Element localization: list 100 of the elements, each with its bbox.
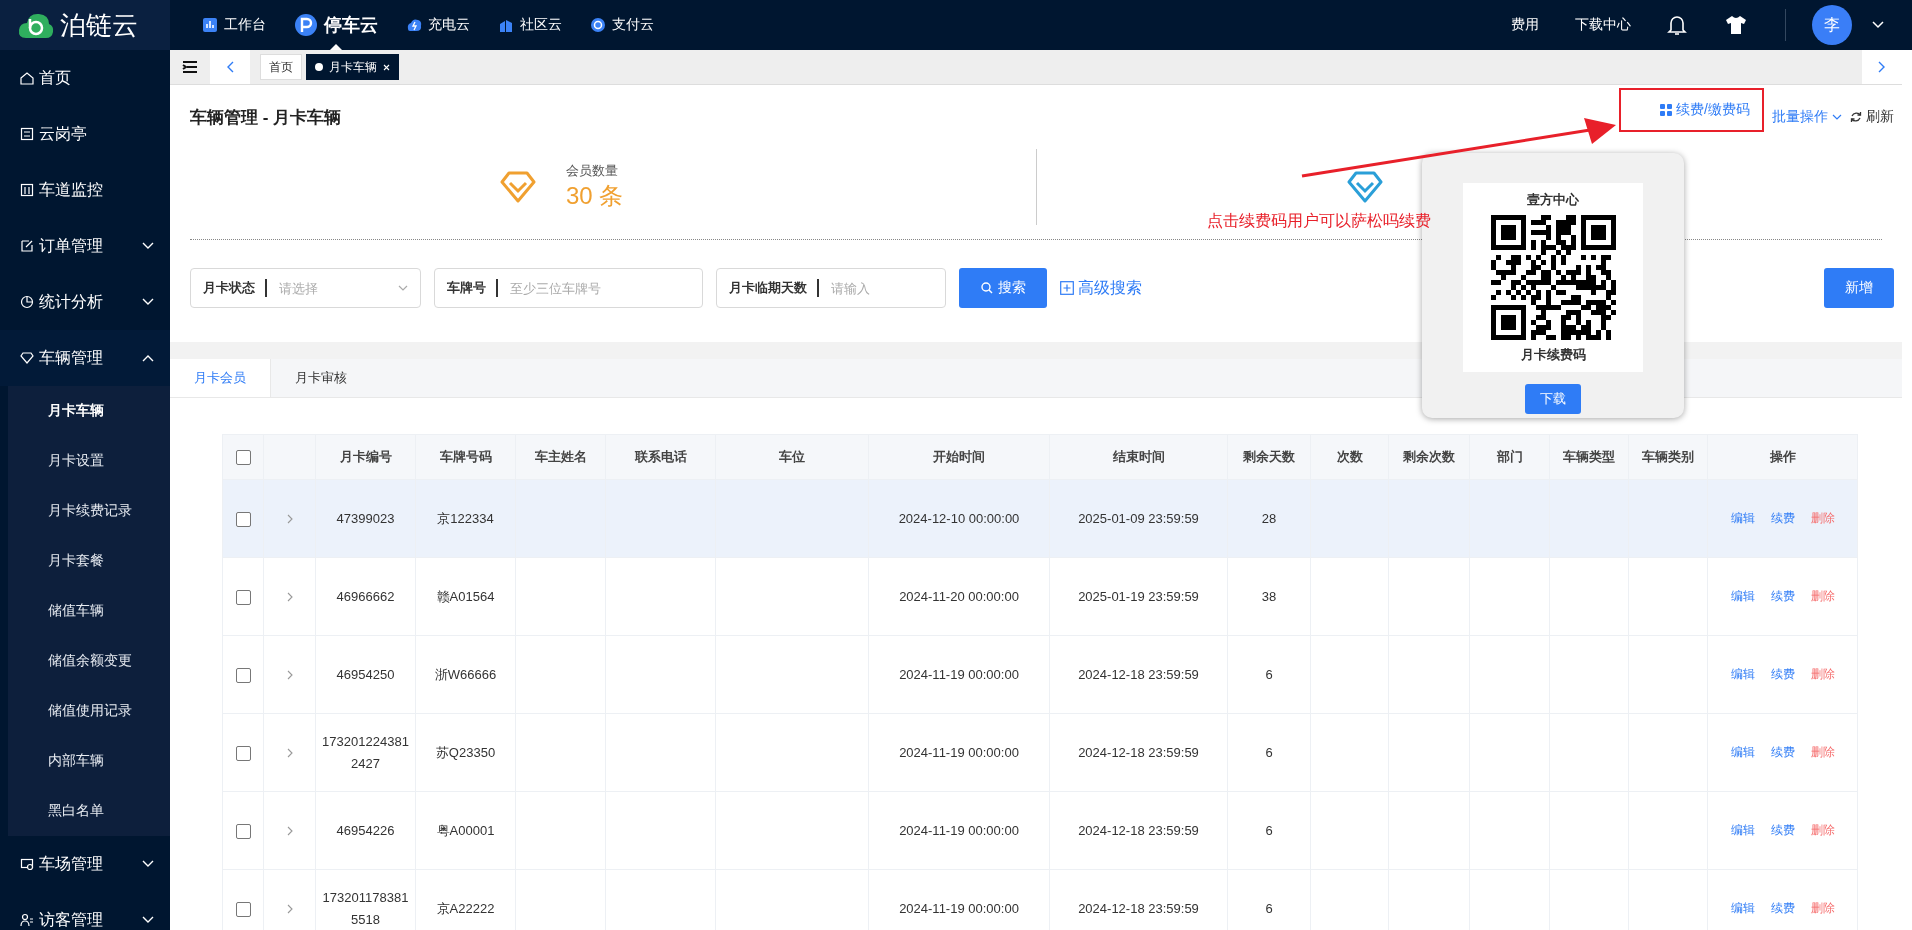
sidebar-item[interactable]: 车道监控 <box>0 162 170 218</box>
search-button[interactable]: 搜索 <box>959 268 1047 308</box>
nav-tab[interactable]: 社区云 <box>484 0 576 50</box>
table-cell: 1732012243812427 <box>322 733 409 771</box>
checkbox[interactable] <box>235 450 251 466</box>
t-shirt-icon[interactable] <box>1725 15 1747 35</box>
table-cell: 2024-11-19 00:00:00 <box>899 667 1019 682</box>
input-field[interactable]: 至少三位车牌号 <box>508 279 690 297</box>
table-cell: 28 <box>1261 511 1277 526</box>
column-header: 车牌号码 <box>415 434 516 480</box>
sidebar-subitem[interactable]: 内部车辆 <box>8 736 170 786</box>
nav-tab[interactable]: 停车云 <box>280 0 392 50</box>
action-link[interactable]: 编辑 <box>1730 823 1755 837</box>
input-field[interactable]: 请输入 <box>829 279 933 297</box>
action-link[interactable]: 编辑 <box>1730 901 1755 915</box>
batch-actions-dropdown[interactable]: 批量操作 <box>1772 108 1842 126</box>
chevron-down-icon[interactable] <box>1872 21 1884 29</box>
filter-field[interactable]: 月卡临期天数 请输入 <box>716 268 946 308</box>
column-header: 月卡编号 <box>315 434 416 480</box>
sidebar-subitem[interactable]: 月卡车辆 <box>8 386 170 436</box>
page-tab[interactable]: 月卡车辆 <box>306 54 399 80</box>
sidebar-item[interactable]: 车辆管理 <box>0 330 170 386</box>
table-cell: 6 <box>1265 823 1273 838</box>
action-link[interactable]: 续费 <box>1770 901 1795 915</box>
column-header: 部门 <box>1469 434 1550 480</box>
table-cell: 6 <box>1265 745 1273 760</box>
table-cell: 2024-11-19 00:00:00 <box>899 745 1019 760</box>
add-button[interactable]: 新增 <box>1824 268 1894 308</box>
notification-icon[interactable] <box>1667 14 1687 36</box>
field-label: 月卡状态 <box>203 279 267 297</box>
sidebar-item[interactable]: 车场管理 <box>0 836 170 892</box>
sidebar-subitem[interactable]: 储值余额变更 <box>8 636 170 686</box>
header-link[interactable]: 费用 <box>1511 16 1539 34</box>
chevron-right-icon[interactable] <box>286 513 293 524</box>
column-header: 结束时间 <box>1049 434 1228 480</box>
chevron-up-icon <box>142 354 154 362</box>
page-tab[interactable]: 首页 <box>260 54 302 80</box>
sidebar-item[interactable]: 首页 <box>0 50 170 106</box>
sidebar-subitem[interactable]: 储值使用记录 <box>8 686 170 736</box>
refresh-button[interactable]: 刷新 <box>1850 108 1894 126</box>
table-row[interactable]: 46954226 粤A00001 2024-11-19 00:00:00 2024-12-18 23:59:59 6 编辑 续费 删除 <box>222 791 1858 870</box>
table-cell: 京122334 <box>437 510 494 526</box>
action-link[interactable]: 续费 <box>1770 667 1795 681</box>
sidebar-item[interactable]: 订单管理 <box>0 218 170 274</box>
checkbox[interactable] <box>235 667 251 683</box>
renew-code-link[interactable]: 续费/缴费码 <box>1660 101 1750 119</box>
menu-icon[interactable] <box>182 60 198 74</box>
sidebar-item[interactable]: 云岗亭 <box>0 106 170 162</box>
action-link[interactable]: 续费 <box>1770 823 1795 837</box>
chevron-down-icon <box>398 285 408 291</box>
sidebar-subitem[interactable]: 月卡设置 <box>8 436 170 486</box>
select-field[interactable]: 请选择 <box>277 279 398 297</box>
list-tab[interactable]: 月卡审核 <box>271 359 371 397</box>
user-avatar[interactable]: 李 <box>1812 5 1852 45</box>
chevron-down-icon <box>142 916 154 924</box>
action-link[interactable]: 编辑 <box>1730 667 1755 681</box>
sidebar-subitem[interactable]: 黑白名单 <box>8 786 170 836</box>
advanced-search-link[interactable]: 高级搜索 <box>1060 277 1142 299</box>
nav-tab[interactable]: 工作台 <box>188 0 280 50</box>
checkbox[interactable] <box>235 901 251 917</box>
chevron-right-icon[interactable] <box>286 591 293 602</box>
column-header: 车主姓名 <box>515 434 606 480</box>
nav-tab[interactable]: 支付云 <box>576 0 668 50</box>
filter-field[interactable]: 月卡状态 请选择 <box>190 268 421 308</box>
table-cell: 47399023 <box>336 510 395 526</box>
sidebar-item[interactable]: 访客管理 <box>0 892 170 930</box>
filter-field[interactable]: 车牌号 至少三位车牌号 <box>434 268 703 308</box>
action-link[interactable]: 续费 <box>1770 745 1795 759</box>
sidebar-subitem[interactable]: 月卡续费记录 <box>8 486 170 536</box>
checkbox[interactable] <box>235 511 251 527</box>
sidebar-subitem[interactable]: 储值车辆 <box>8 586 170 636</box>
sidebar-item[interactable]: 统计分析 <box>0 274 170 330</box>
chevron-right-icon[interactable] <box>286 669 293 680</box>
action-link[interactable]: 续费 <box>1770 511 1795 525</box>
table-row[interactable]: 46966662 赣A01564 2024-11-20 00:00:00 2025-01-19 23:59:59 38 编辑 续费 删除 <box>222 557 1858 636</box>
chevron-right-icon[interactable] <box>286 903 293 914</box>
chevron-right-icon[interactable] <box>286 825 293 836</box>
nav-tab[interactable]: 充电云 <box>392 0 484 50</box>
close-icon[interactable] <box>383 63 390 71</box>
diamond-icon <box>20 351 34 365</box>
table-row[interactable]: 1732011783815518 京A22222 2024-11-19 00:00:00 2024-12-18 23:59:59 6 编辑 续费 删除 <box>222 869 1858 930</box>
action-link[interactable]: 续费 <box>1770 589 1795 603</box>
action-link[interactable]: 编辑 <box>1730 745 1755 759</box>
action-link[interactable]: 编辑 <box>1730 511 1755 525</box>
header-link[interactable]: 下载中心 <box>1575 16 1631 34</box>
sidebar-subitem[interactable]: 月卡套餐 <box>8 536 170 586</box>
list-tab[interactable]: 月卡会员 <box>170 359 271 397</box>
table-row[interactable]: 1732012243812427 苏Q23350 2024-11-19 00:00:00 2024-12-18 23:59:59 6 编辑 续费 删除 <box>222 713 1858 792</box>
column-header: 剩余次数 <box>1388 434 1470 480</box>
download-button[interactable]: 下载 <box>1525 384 1581 414</box>
checkbox[interactable] <box>235 823 251 839</box>
chart-icon <box>202 17 218 33</box>
cloud-bolt-icon <box>406 17 422 33</box>
stat-label: 会员数量 <box>566 162 619 180</box>
table-row[interactable]: 47399023 京122334 2024-12-10 00:00:00 2025-01-09 23:59:59 28 编辑 续费 删除 <box>222 479 1858 558</box>
checkbox[interactable] <box>235 745 251 761</box>
checkbox[interactable] <box>235 589 251 605</box>
table-row[interactable]: 46954250 浙W66666 2024-11-19 00:00:00 2024-12-18 23:59:59 6 编辑 续费 删除 <box>222 635 1858 714</box>
action-link[interactable]: 编辑 <box>1730 589 1755 603</box>
chevron-right-icon[interactable] <box>286 747 293 758</box>
